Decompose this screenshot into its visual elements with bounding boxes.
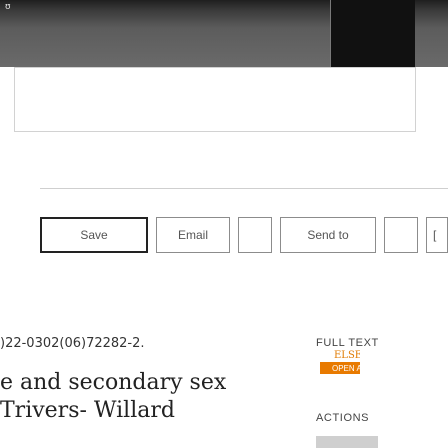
save-button[interactable]: Save <box>40 217 148 253</box>
toolbar-blank-button-2[interactable] <box>384 217 418 253</box>
banner-dark-panel <box>330 0 415 67</box>
logo-wordmark: ELSE <box>334 350 360 361</box>
corner-mark-icon: ʊ <box>5 2 11 12</box>
record-identifier: )22-0302(06)72282-2. <box>0 336 145 351</box>
elsevier-logo-icon[interactable]: ELSE OPEN A <box>318 348 360 382</box>
actions-label: ACTIONS <box>316 412 370 424</box>
title-line-1: e and secondary sex <box>0 370 227 395</box>
logo-subtext: OPEN A <box>332 364 360 373</box>
email-button[interactable]: Email <box>156 217 230 253</box>
section-divider <box>40 188 448 189</box>
more-button[interactable]: [ <box>426 217 448 253</box>
article-title[interactable]: e and secondary sex Trivers- Willard <box>0 369 300 425</box>
action-button[interactable] <box>316 436 378 448</box>
title-line-2: Trivers- Willard <box>0 398 175 423</box>
send-to-button[interactable]: Send to <box>280 217 376 253</box>
toolbar-blank-button[interactable] <box>238 217 272 253</box>
banner-panel <box>14 67 416 132</box>
toolbar: Save Email Send to [ <box>40 217 448 255</box>
